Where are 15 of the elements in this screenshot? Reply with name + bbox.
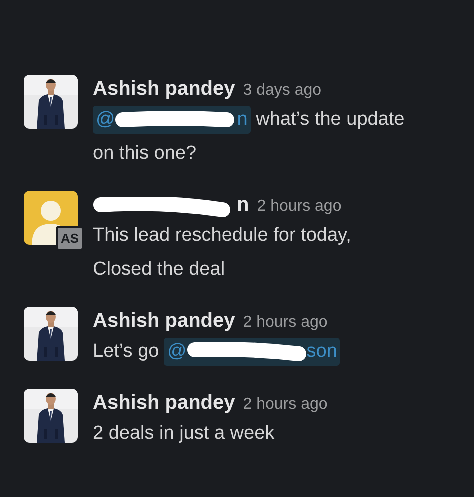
mention-link[interactable]: @ son — [164, 338, 340, 366]
author-name[interactable]: Ashish pandey — [93, 75, 236, 103]
initials-badge: AS — [56, 226, 84, 251]
mention-link[interactable]: @ n — [93, 106, 251, 134]
message-text: Let’s go @ son — [93, 335, 413, 369]
author-name[interactable]: Ashish pandey — [93, 307, 236, 335]
message-text: This lead reschedule for today, Closed the deal — [93, 224, 352, 282]
author-name[interactable]: Ashish pandey — [93, 389, 236, 417]
timestamp: 2 hours ago — [243, 313, 328, 333]
message-text: 2 deals in just a week — [93, 422, 276, 446]
message-text: @ n what’s the update on this one? — [93, 103, 413, 171]
timestamp: 3 days ago — [243, 81, 322, 101]
author-name[interactable]: n — [93, 191, 250, 219]
timestamp: 2 hours ago — [257, 197, 342, 217]
timestamp: 2 hours ago — [243, 395, 328, 415]
